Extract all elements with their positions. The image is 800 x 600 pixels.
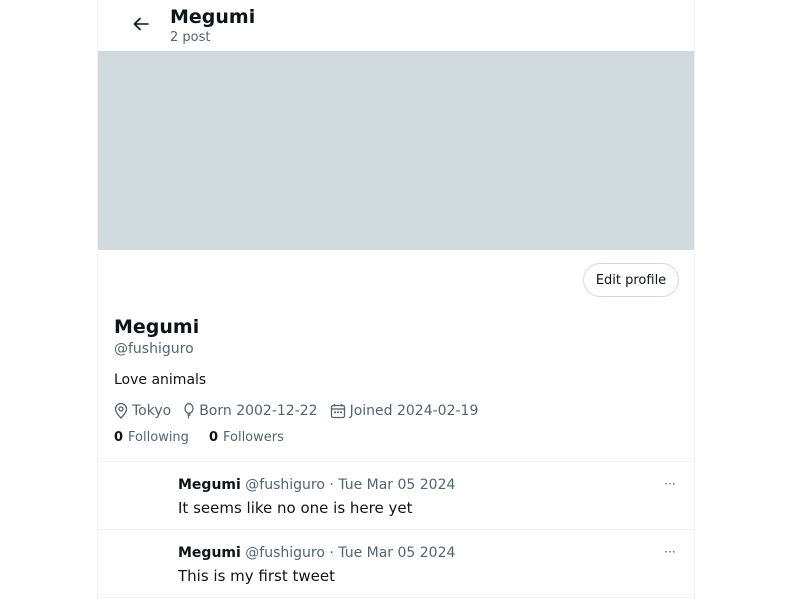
profile-banner	[98, 51, 694, 250]
followers-label: Followers	[222, 430, 284, 445]
location-pin-icon	[114, 403, 128, 419]
divider	[98, 597, 694, 598]
profile-name: Megumi	[114, 316, 200, 338]
joined-item: Joined 2024-02-19	[330, 403, 479, 419]
header-title: Megumi	[170, 6, 256, 28]
more-icon: ···	[664, 477, 676, 491]
profile-meta: Tokyo Born 2002-12-22 Joined 2024-02-19	[114, 401, 490, 421]
tweet-handle[interactable]: @fushiguro	[245, 545, 325, 561]
tweet-handle[interactable]: @fushiguro	[245, 477, 325, 493]
tweet-date[interactable]: Tue Mar 05 2024	[338, 545, 455, 561]
tweet-text: It seems like no one is here yet	[178, 499, 413, 517]
following-count: 0	[114, 430, 124, 445]
followers-count: 0	[208, 430, 218, 445]
profile-bio: Love animals	[114, 372, 207, 388]
location-text: Tokyo	[132, 403, 172, 419]
more-icon: ···	[664, 545, 676, 559]
tweet-more-button[interactable]: ···	[658, 542, 682, 562]
tweet-author[interactable]: Megumi	[178, 545, 241, 561]
tweet-text: This is my first tweet	[178, 567, 335, 585]
tweet-author[interactable]: Megumi	[178, 477, 241, 493]
location-item: Tokyo	[114, 403, 171, 419]
calendar-icon	[330, 404, 345, 419]
joined-text: Joined 2024-02-19	[349, 403, 479, 419]
tweet-separator: ·	[329, 545, 334, 561]
tweet-date[interactable]: Tue Mar 05 2024	[338, 477, 455, 493]
arrow-left-icon	[133, 17, 149, 31]
birthday-item: Born 2002-12-22	[183, 403, 318, 419]
tweet-more-button[interactable]: ···	[658, 474, 682, 494]
profile-column: Megumi 2 post Edit profile Megumi @fushi…	[97, 0, 695, 600]
tweet-header: Megumi @fushiguro · Tue Mar 05 2024	[178, 544, 455, 562]
back-button[interactable]	[128, 11, 154, 37]
follow-counts: 0 Following 0 Followers	[114, 430, 304, 445]
post-count: 2 post	[170, 30, 211, 45]
tweet-header: Megumi @fushiguro · Tue Mar 05 2024	[178, 476, 455, 494]
profile-handle: @fushiguro	[114, 341, 194, 357]
birthday-text: Born 2002-12-22	[199, 403, 318, 419]
tweet-separator: ·	[329, 477, 334, 493]
balloon-icon	[184, 403, 194, 419]
profile-header: Megumi 2 post	[98, 0, 694, 51]
followers-link[interactable]: 0 Followers	[209, 430, 284, 445]
edit-profile-button[interactable]: Edit profile	[583, 263, 679, 297]
tweet-item[interactable]: Megumi @fushiguro · Tue Mar 05 2024 ··· …	[98, 462, 694, 529]
following-label: Following	[128, 430, 189, 445]
tweet-item[interactable]: Megumi @fushiguro · Tue Mar 05 2024 ··· …	[98, 530, 694, 597]
following-link[interactable]: 0 Following	[114, 430, 189, 445]
